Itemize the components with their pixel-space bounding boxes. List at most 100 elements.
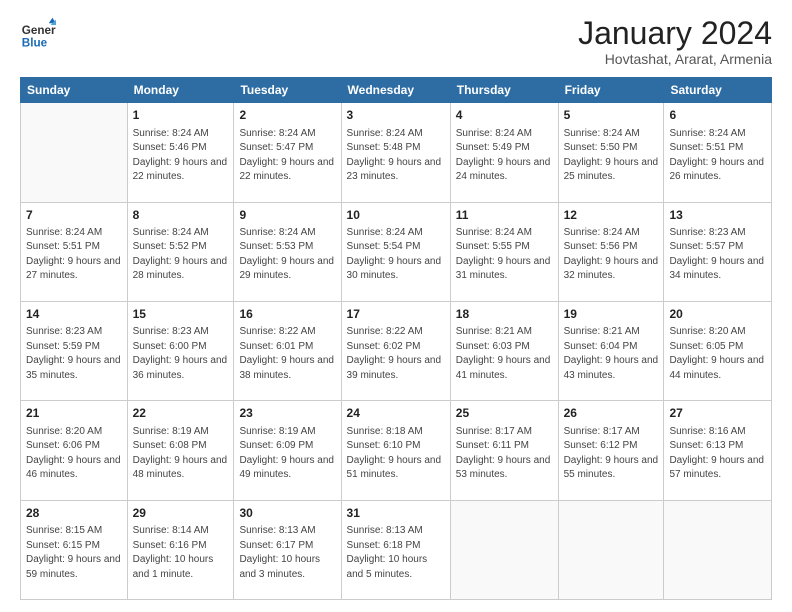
cell-info: Sunrise: 8:16 AMSunset: 6:13 PMDaylight:… [669, 426, 764, 481]
col-sunday: Sunday [21, 78, 128, 103]
day-number: 28 [26, 505, 122, 522]
cell-info: Sunrise: 8:22 AMSunset: 6:01 PMDaylight:… [239, 326, 334, 381]
day-number: 27 [669, 405, 766, 422]
table-row: 26 Sunrise: 8:17 AMSunset: 6:12 PMDayligh… [558, 401, 664, 500]
cell-info: Sunrise: 8:13 AMSunset: 6:18 PMDaylight:… [347, 525, 428, 580]
cell-info: Sunrise: 8:24 AMSunset: 5:56 PMDaylight:… [564, 227, 659, 282]
day-number: 13 [669, 207, 766, 224]
table-row: 27 Sunrise: 8:16 AMSunset: 6:13 PMDayligh… [664, 401, 772, 500]
cell-info: Sunrise: 8:24 AMSunset: 5:51 PMDaylight:… [26, 227, 121, 282]
cell-info: Sunrise: 8:15 AMSunset: 6:15 PMDaylight:… [26, 525, 121, 580]
day-number: 15 [133, 306, 229, 323]
day-number: 12 [564, 207, 659, 224]
col-thursday: Thursday [450, 78, 558, 103]
day-number: 19 [564, 306, 659, 323]
cell-info: Sunrise: 8:19 AMSunset: 6:09 PMDaylight:… [239, 426, 334, 481]
table-row: 3Sunrise: 8:24 AMSunset: 5:48 PMDaylight… [341, 103, 450, 202]
cell-info: Sunrise: 8:20 AMSunset: 6:06 PMDaylight:… [26, 426, 121, 481]
day-number: 25 [456, 405, 553, 422]
cell-info: Sunrise: 8:24 AMSunset: 5:52 PMDaylight:… [133, 227, 228, 282]
table-row: 24 Sunrise: 8:18 AMSunset: 6:10 PMDayligh… [341, 401, 450, 500]
cell-info: Sunrise: 8:24 AMSunset: 5:46 PMDaylight:… [133, 128, 228, 183]
cell-info: Sunrise: 8:24 AMSunset: 5:55 PMDaylight:… [456, 227, 551, 282]
table-row: 16 Sunrise: 8:22 AMSunset: 6:01 PMDayligh… [234, 301, 341, 400]
calendar-week-4: 21 Sunrise: 8:20 AMSunset: 6:06 PMDayligh… [21, 401, 772, 500]
svg-text:Blue: Blue [22, 37, 48, 50]
page: General Blue January 2024 Hovtashat, Ara… [0, 0, 792, 612]
table-row: 22 Sunrise: 8:19 AMSunset: 6:08 PMDayligh… [127, 401, 234, 500]
calendar-week-1: 1Sunrise: 8:24 AMSunset: 5:46 PMDaylight… [21, 103, 772, 202]
col-tuesday: Tuesday [234, 78, 341, 103]
header: General Blue January 2024 Hovtashat, Ara… [20, 16, 772, 67]
day-number: 24 [347, 405, 445, 422]
day-number: 20 [669, 306, 766, 323]
table-row: 13 Sunrise: 8:23 AMSunset: 5:57 PMDayligh… [664, 202, 772, 301]
day-number: 10 [347, 207, 445, 224]
cell-info: Sunrise: 8:17 AMSunset: 6:12 PMDaylight:… [564, 426, 659, 481]
cell-info: Sunrise: 8:24 AMSunset: 5:53 PMDaylight:… [239, 227, 334, 282]
table-row: 18 Sunrise: 8:21 AMSunset: 6:03 PMDayligh… [450, 301, 558, 400]
day-number: 11 [456, 207, 553, 224]
day-number: 21 [26, 405, 122, 422]
cell-info: Sunrise: 8:18 AMSunset: 6:10 PMDaylight:… [347, 426, 442, 481]
cell-info: Sunrise: 8:24 AMSunset: 5:54 PMDaylight:… [347, 227, 442, 282]
table-row: 20 Sunrise: 8:20 AMSunset: 6:05 PMDayligh… [664, 301, 772, 400]
table-row: 30Sunrise: 8:13 AMSunset: 6:17 PMDayligh… [234, 500, 341, 599]
day-number: 14 [26, 306, 122, 323]
day-number: 16 [239, 306, 335, 323]
cell-info: Sunrise: 8:23 AMSunset: 5:59 PMDaylight:… [26, 326, 121, 381]
table-row: 7 Sunrise: 8:24 AMSunset: 5:51 PMDaylight… [21, 202, 128, 301]
cell-info: Sunrise: 8:13 AMSunset: 6:17 PMDaylight:… [239, 525, 320, 580]
day-number: 9 [239, 207, 335, 224]
table-row: 19 Sunrise: 8:21 AMSunset: 6:04 PMDayligh… [558, 301, 664, 400]
svg-text:General: General [22, 24, 56, 37]
day-number: 18 [456, 306, 553, 323]
table-row: 25 Sunrise: 8:17 AMSunset: 6:11 PMDayligh… [450, 401, 558, 500]
table-row: 4 Sunrise: 8:24 AMSunset: 5:49 PMDaylight… [450, 103, 558, 202]
day-number: 23 [239, 405, 335, 422]
logo-icon: General Blue [20, 16, 56, 52]
table-row [21, 103, 128, 202]
col-wednesday: Wednesday [341, 78, 450, 103]
day-number: 4 [456, 107, 553, 124]
calendar-week-5: 28 Sunrise: 8:15 AMSunset: 6:15 PMDayligh… [21, 500, 772, 599]
day-number: 26 [564, 405, 659, 422]
cell-info: Sunrise: 8:21 AMSunset: 6:04 PMDaylight:… [564, 326, 659, 381]
logo: General Blue [20, 16, 56, 52]
calendar-week-2: 7 Sunrise: 8:24 AMSunset: 5:51 PMDaylight… [21, 202, 772, 301]
col-saturday: Saturday [664, 78, 772, 103]
table-row: 31Sunrise: 8:13 AMSunset: 6:18 PMDayligh… [341, 500, 450, 599]
calendar-table: Sunday Monday Tuesday Wednesday Thursday… [20, 77, 772, 600]
header-row: Sunday Monday Tuesday Wednesday Thursday… [21, 78, 772, 103]
table-row [450, 500, 558, 599]
cell-info: Sunrise: 8:21 AMSunset: 6:03 PMDaylight:… [456, 326, 551, 381]
day-number: 8 [133, 207, 229, 224]
cell-info: Sunrise: 8:14 AMSunset: 6:16 PMDaylight:… [133, 525, 214, 580]
table-row: 6Sunrise: 8:24 AMSunset: 5:51 PMDaylight… [664, 103, 772, 202]
cell-info: Sunrise: 8:24 AMSunset: 5:49 PMDaylight:… [456, 128, 551, 183]
table-row: 8 Sunrise: 8:24 AMSunset: 5:52 PMDaylight… [127, 202, 234, 301]
table-row: 23 Sunrise: 8:19 AMSunset: 6:09 PMDayligh… [234, 401, 341, 500]
cell-info: Sunrise: 8:23 AMSunset: 5:57 PMDaylight:… [669, 227, 764, 282]
cell-info: Sunrise: 8:20 AMSunset: 6:05 PMDaylight:… [669, 326, 764, 381]
day-number: 7 [26, 207, 122, 224]
day-number: 17 [347, 306, 445, 323]
day-number: 22 [133, 405, 229, 422]
cell-info: Sunrise: 8:19 AMSunset: 6:08 PMDaylight:… [133, 426, 228, 481]
table-row: 11 Sunrise: 8:24 AMSunset: 5:55 PMDayligh… [450, 202, 558, 301]
cell-info: Sunrise: 8:22 AMSunset: 6:02 PMDaylight:… [347, 326, 442, 381]
table-row: 15 Sunrise: 8:23 AMSunset: 6:00 PMDayligh… [127, 301, 234, 400]
table-row [558, 500, 664, 599]
table-row: 9 Sunrise: 8:24 AMSunset: 5:53 PMDaylight… [234, 202, 341, 301]
cell-info: Sunrise: 8:24 AMSunset: 5:50 PMDaylight:… [564, 128, 659, 183]
table-row: 5Sunrise: 8:24 AMSunset: 5:50 PMDaylight… [558, 103, 664, 202]
table-row: 1Sunrise: 8:24 AMSunset: 5:46 PMDaylight… [127, 103, 234, 202]
cell-info: Sunrise: 8:23 AMSunset: 6:00 PMDaylight:… [133, 326, 228, 381]
cell-info: Sunrise: 8:17 AMSunset: 6:11 PMDaylight:… [456, 426, 551, 481]
table-row: 29Sunrise: 8:14 AMSunset: 6:16 PMDayligh… [127, 500, 234, 599]
table-row: 2Sunrise: 8:24 AMSunset: 5:47 PMDaylight… [234, 103, 341, 202]
month-title: January 2024 [578, 16, 772, 51]
day-number: 2 [239, 107, 335, 124]
col-friday: Friday [558, 78, 664, 103]
table-row: 10 Sunrise: 8:24 AMSunset: 5:54 PMDayligh… [341, 202, 450, 301]
